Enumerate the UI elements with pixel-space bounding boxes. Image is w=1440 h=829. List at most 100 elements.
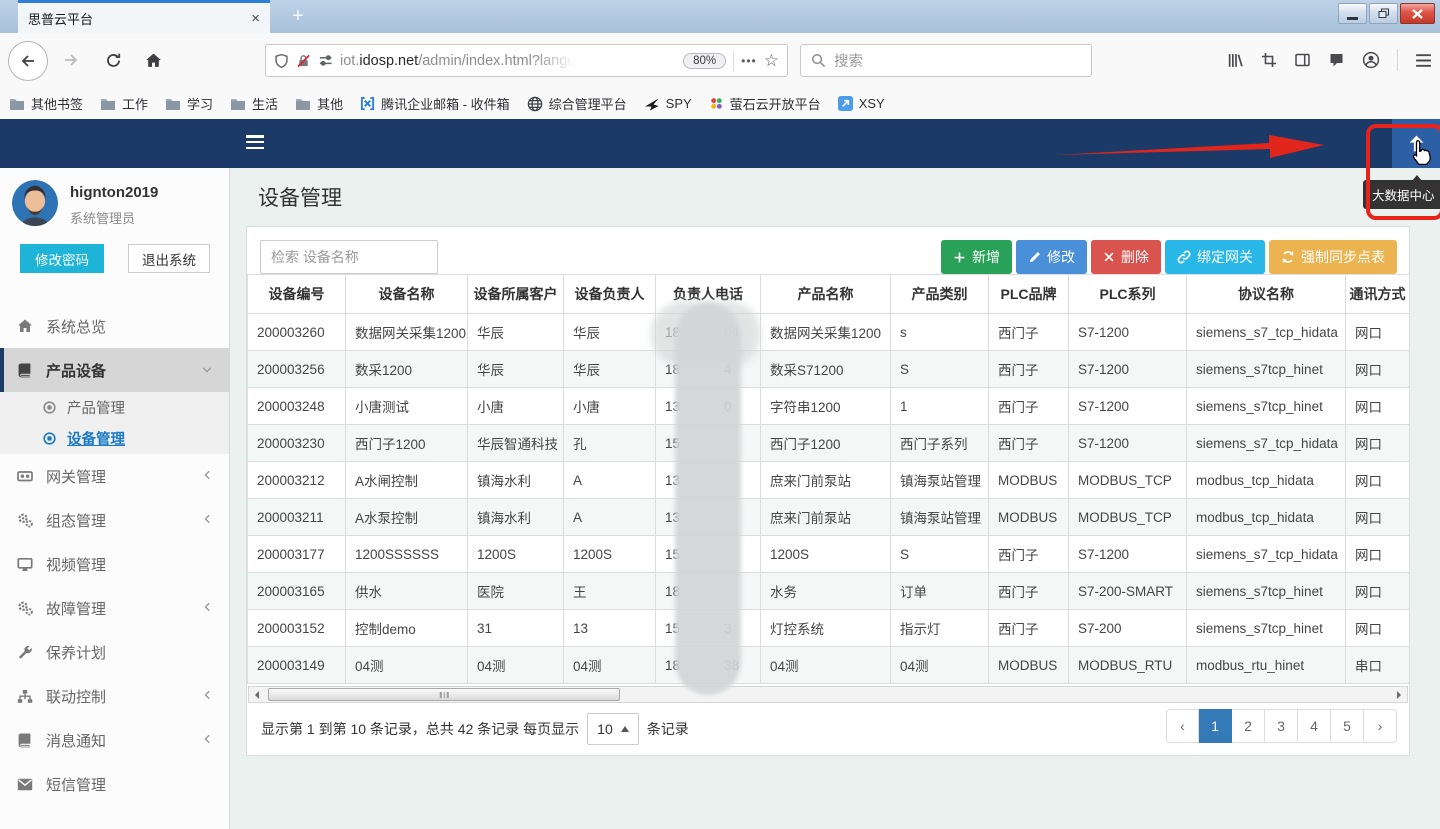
table-row[interactable]: 200003211A水泵控制镇海水利A13庶来门前泵站镇海泵站管理MODBUSM…	[248, 499, 1410, 536]
action-button-强制同步点表[interactable]: 强制同步点表	[1269, 240, 1397, 274]
pager-prev[interactable]: ‹	[1166, 709, 1199, 743]
action-button-新增[interactable]: 新增	[941, 240, 1012, 274]
pager-page-5[interactable]: 5	[1331, 709, 1364, 743]
reload-button[interactable]	[94, 41, 132, 79]
table-row[interactable]: 200003152控制demo3113153灯控系统指示灯西门子S7-200si…	[248, 610, 1410, 647]
tab-close-icon[interactable]: ×	[251, 10, 260, 27]
sidebar-item-消息通知[interactable]: 消息通知	[0, 718, 229, 762]
url-bar[interactable]: iot.idosp.net/admin/index.html?langu 80%…	[265, 44, 788, 77]
column-header[interactable]: 设备编号	[248, 275, 346, 314]
bookmark-star-icon[interactable]: ☆	[764, 51, 779, 71]
page-actions-icon[interactable]: •••	[741, 54, 757, 68]
device-search-input[interactable]	[260, 240, 438, 274]
logout-button[interactable]: 退出系统	[128, 244, 210, 273]
horizontal-scrollbar[interactable]	[248, 686, 1408, 703]
table-cell: 200003260	[248, 314, 346, 351]
scroll-left-button[interactable]	[249, 687, 265, 702]
table-cell: 西门子	[989, 425, 1069, 462]
sidebar-item-保养计划[interactable]: 保养计划	[0, 630, 229, 674]
sidebar-subitem-设备管理[interactable]: 设备管理	[0, 423, 229, 454]
chevron-down-icon	[201, 362, 213, 379]
bookmark-item[interactable]: 萤石云开放平台	[709, 94, 821, 113]
column-header[interactable]: PLC系列	[1069, 275, 1187, 314]
table-row[interactable]: 200003165供水医院王18水务订单西门子S7-200-SMARTsieme…	[248, 573, 1410, 610]
zoom-level-badge[interactable]: 80%	[683, 53, 726, 69]
table-row[interactable]: 200003248小唐测试小唐小唐130字符串12001西门子S7-1200si…	[248, 388, 1410, 425]
column-header[interactable]: 产品名称	[761, 275, 891, 314]
account-icon[interactable]	[1362, 51, 1380, 69]
chat-bubble-icon[interactable]	[1328, 52, 1345, 68]
browser-search-box[interactable]: 搜索	[800, 44, 1092, 77]
home-button[interactable]	[134, 41, 172, 79]
sidebar-item-短信管理[interactable]: 短信管理	[0, 762, 229, 806]
page-size-select[interactable]: 10	[587, 713, 639, 745]
scrollbar-thumb[interactable]	[268, 688, 620, 701]
pager-page-4[interactable]: 4	[1298, 709, 1331, 743]
bookmark-item[interactable]: 学习	[165, 94, 213, 113]
sidebar-item-组态管理[interactable]: 组态管理	[0, 498, 229, 542]
crop-icon[interactable]	[1261, 52, 1277, 68]
pager-next[interactable]: ›	[1364, 709, 1397, 743]
column-header[interactable]: 产品类别	[891, 275, 989, 314]
column-header[interactable]: PLC品牌	[989, 275, 1069, 314]
bookmark-item[interactable]: 其他书签	[9, 94, 83, 113]
table-cell: 指示灯	[891, 610, 989, 647]
table-row[interactable]: 200003256数采1200华辰华辰184数采S71200S西门子S7-120…	[248, 351, 1410, 388]
table-cell: 04测	[761, 647, 891, 684]
window-minimize-button[interactable]	[1338, 3, 1367, 24]
table-row[interactable]: 2000031771200SSSSSS1200S1200S151200SS西门子…	[248, 536, 1410, 573]
table-cell: MODBUS	[989, 462, 1069, 499]
column-header[interactable]: 协议名称	[1187, 275, 1346, 314]
sidebar-item-partial[interactable]	[0, 824, 229, 829]
sidebar-item-视频管理[interactable]: 视频管理	[0, 542, 229, 586]
window-close-button[interactable]	[1400, 3, 1435, 24]
column-header[interactable]: 设备负责人	[564, 275, 656, 314]
sidebar-item-网关管理[interactable]: 网关管理	[0, 454, 229, 498]
pager-page-1[interactable]: 1	[1199, 709, 1232, 743]
insecure-lock-icon[interactable]	[296, 53, 311, 69]
sidebar-item-系统总览[interactable]: 系统总览	[0, 304, 229, 348]
action-button-修改[interactable]: 修改	[1016, 240, 1087, 274]
sidebar-item-联动控制[interactable]: 联动控制	[0, 674, 229, 718]
window-restore-button[interactable]	[1369, 3, 1398, 24]
library-icon[interactable]	[1227, 52, 1244, 69]
sidebar-subitem-产品管理[interactable]: 产品管理	[0, 392, 229, 423]
bookmark-item[interactable]: XSY	[838, 96, 885, 111]
sidebar-item-产品设备[interactable]: 产品设备	[0, 348, 229, 392]
table-row[interactable]: 200003230西门子1200华辰智通科技孔15西门子1200西门子系列西门子…	[248, 425, 1410, 462]
pager-page-3[interactable]: 3	[1265, 709, 1298, 743]
table-row[interactable]: 200003260数据网关采集1200华辰华辰1804数据网关采集1200s西门…	[248, 314, 1410, 351]
table-cell: 1200SSSSSS	[346, 536, 468, 573]
change-password-button[interactable]: 修改密码	[20, 244, 104, 273]
back-button[interactable]	[8, 41, 48, 81]
browser-tab[interactable]: 思普云平台 ×	[18, 0, 270, 33]
new-tab-button[interactable]: +	[284, 2, 312, 30]
bookmark-item[interactable]: 腾讯企业邮箱 - 收件箱	[360, 94, 510, 113]
bookmark-item[interactable]: 综合管理平台	[527, 94, 627, 113]
table-row[interactable]: 200003212A水闸控制镇海水利A13庶来门前泵站镇海泵站管理MODBUSM…	[248, 462, 1410, 499]
action-button-绑定网关[interactable]: 绑定网关	[1165, 240, 1265, 274]
forward-button[interactable]	[52, 41, 90, 79]
table-cell: 网口	[1346, 610, 1410, 647]
menu-icon[interactable]	[1415, 53, 1432, 68]
bookmark-item[interactable]: SPY	[644, 96, 692, 111]
sidebar-toggle-icon[interactable]	[1294, 52, 1311, 68]
column-header[interactable]: 设备所属客户	[468, 275, 564, 314]
column-header[interactable]: 设备名称	[346, 275, 468, 314]
cross-icon	[1103, 251, 1115, 263]
permissions-icon[interactable]	[318, 53, 333, 68]
bookmark-item[interactable]: 工作	[100, 94, 148, 113]
table-cell: 西门子	[989, 573, 1069, 610]
scroll-right-button[interactable]	[1391, 687, 1407, 702]
sidebar-collapse-icon[interactable]	[246, 135, 264, 152]
column-header[interactable]: 通讯方式	[1346, 275, 1410, 314]
pager-page-2[interactable]: 2	[1232, 709, 1265, 743]
bookmark-item[interactable]: 生活	[230, 94, 278, 113]
table-cell: 西门子	[989, 314, 1069, 351]
table-row[interactable]: 20000314904测04测04测183804测04测MODBUSMODBUS…	[248, 647, 1410, 684]
action-button-删除[interactable]: 删除	[1091, 240, 1161, 274]
sidebar-item-故障管理[interactable]: 故障管理	[0, 586, 229, 630]
shield-icon[interactable]	[274, 53, 289, 69]
table-cell: 镇海水利	[468, 462, 564, 499]
bookmark-item[interactable]: 其他	[295, 94, 343, 113]
